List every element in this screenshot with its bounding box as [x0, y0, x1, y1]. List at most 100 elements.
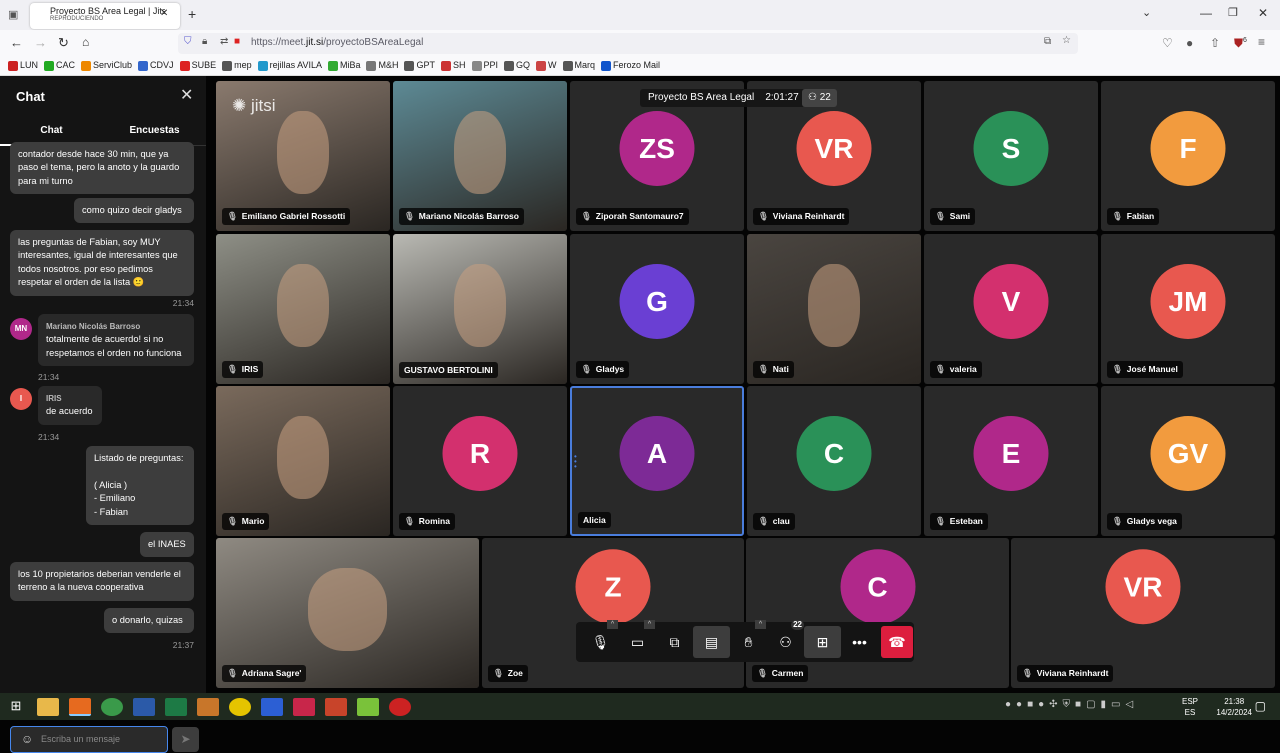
participant-tile[interactable]: Z 🎙︎ Zoe	[482, 538, 744, 688]
app-icon[interactable]	[197, 697, 219, 716]
file-explorer-icon[interactable]	[37, 697, 59, 716]
app-icon[interactable]	[261, 697, 283, 716]
participant-tile[interactable]: 🎙︎ Adriana Sagre'	[216, 538, 479, 688]
close-icon[interactable]: ✕	[180, 85, 193, 105]
close-window-icon[interactable]: ✕	[1258, 6, 1268, 20]
bookmark-star-icon[interactable]: ☆	[1062, 35, 1071, 46]
powerpoint-icon[interactable]	[325, 697, 347, 716]
participant-tile[interactable]: A Alicia • • •	[570, 386, 744, 536]
excel-icon[interactable]	[165, 697, 187, 716]
forward-icon[interactable]: →	[34, 35, 47, 50]
participants-button[interactable]: ⚇ 22	[767, 620, 804, 658]
bookmark-item[interactable]: CDVJ	[138, 60, 174, 71]
pocket-icon[interactable]: ♡	[1162, 36, 1173, 50]
bookmark-item[interactable]: Ferozo Mail	[601, 60, 660, 71]
language-indicator[interactable]: ESP ES	[1182, 696, 1198, 718]
chat-messages[interactable]: contador desde hace 30 min, que ya paso …	[0, 142, 206, 650]
firefox-icon[interactable]	[69, 697, 91, 716]
clock[interactable]: 21:38 14/2/2024	[1216, 696, 1252, 718]
home-icon[interactable]: ⌂	[82, 35, 89, 49]
participant-avatar: A	[619, 416, 695, 491]
participant-tile[interactable]: 🎙︎ Mariano Nicolás Barroso	[393, 81, 567, 231]
minimize-icon[interactable]: —	[1200, 6, 1212, 20]
new-tab-icon[interactable]: +	[188, 6, 196, 22]
chevron-up-icon[interactable]: ^	[644, 620, 655, 629]
bookmark-item[interactable]: GQ	[504, 60, 530, 71]
participant-tile[interactable]: 🎙︎ IRIS	[216, 234, 390, 384]
camera-button[interactable]: ▭ ^	[619, 620, 656, 658]
screen-share-button[interactable]: ⧉	[656, 626, 693, 658]
app-icon[interactable]	[389, 697, 411, 716]
tab-list-icon[interactable]: ▣	[8, 8, 18, 21]
system-tray-icons[interactable]: ●●■●✣⛨■▢▮▭◁	[1005, 699, 1138, 710]
shield-icon[interactable]: ⛉	[184, 36, 192, 47]
notifications-icon[interactable]: ▢	[1255, 699, 1266, 713]
account-icon[interactable]: ●	[1186, 36, 1193, 50]
menu-icon[interactable]: ≡	[1258, 35, 1265, 49]
participant-tile[interactable]: C 🎙︎ Carmen	[746, 538, 1009, 688]
participant-tile[interactable]: 🎙︎ Mario	[216, 386, 390, 536]
bookmark-item[interactable]: SUBE	[179, 60, 216, 71]
camera-sharing-icon[interactable]: ■	[234, 36, 240, 47]
picture-in-picture-icon[interactable]: ⧉	[1044, 36, 1051, 47]
ublock-icon[interactable]: ⛊6	[1234, 36, 1247, 51]
participant-tile[interactable]: R 🎙︎ Romina	[393, 386, 567, 536]
app-icon[interactable]	[357, 697, 379, 716]
participant-tile[interactable]: G 🎙︎ Gladys	[570, 234, 744, 384]
bookmark-item[interactable]: M&H	[366, 60, 398, 71]
participant-avatar: S	[973, 111, 1049, 186]
more-button[interactable]: •••	[841, 626, 878, 658]
start-icon[interactable]: ⊞	[5, 698, 27, 716]
more-options-icon[interactable]: • • •	[574, 453, 577, 471]
participant-tile[interactable]: F 🎙︎ Fabian	[1101, 81, 1275, 231]
bookmark-item[interactable]: MiBa	[327, 60, 360, 71]
acrobat-icon[interactable]	[293, 697, 315, 716]
participant-tile[interactable]: JM 🎙︎ José Manuel	[1101, 234, 1275, 384]
browser-tab[interactable]: Proyecto BS Area Legal | Jitsi Meet REPR…	[30, 3, 180, 29]
chrome-icon[interactable]	[101, 697, 123, 716]
participant-tile[interactable]: 🎙︎ Nati	[747, 234, 921, 384]
bookmark-item[interactable]: mep	[222, 60, 252, 71]
url-bar[interactable]: ⛉ 🔒︎ ⇄ ■ https://meet.jit.si/proyectoBSA…	[178, 33, 1078, 54]
bookmark-item[interactable]: W	[536, 60, 557, 71]
tile-view-button[interactable]: ⊞	[804, 626, 841, 658]
participant-face	[276, 416, 330, 499]
bookmark-item[interactable]: PPI	[471, 60, 498, 71]
chevron-up-icon[interactable]: ^	[607, 620, 618, 629]
send-button[interactable]: ➤	[172, 727, 199, 752]
permissions-icon[interactable]: ⇄	[220, 36, 228, 47]
emoji-icon[interactable]: ☺	[21, 732, 33, 746]
participant-tile[interactable]: C 🎙︎ clau	[747, 386, 921, 536]
bookmark-item[interactable]: CAC	[44, 60, 75, 71]
lock-icon[interactable]: 🔒︎	[202, 36, 207, 47]
participant-tile[interactable]: VR 🎙︎ Viviana Reinhardt	[1011, 538, 1275, 688]
participant-tile[interactable]: GUSTAVO BERTOLINI	[393, 234, 567, 384]
chat-message-input[interactable]: ☺ Escriba un mensaje	[10, 726, 168, 753]
bookmark-label: mep	[234, 60, 252, 71]
microphone-button[interactable]: 🎙︎ ^	[582, 620, 619, 658]
word-icon[interactable]	[133, 697, 155, 716]
restore-icon[interactable]: ❐	[1228, 6, 1238, 19]
participant-count[interactable]: ⚇ 22	[802, 89, 837, 107]
extensions-icon[interactable]: ⇧	[1210, 36, 1220, 50]
bookmark-label: LUN	[20, 60, 39, 71]
chevron-down-icon[interactable]: ⌄	[1142, 6, 1151, 19]
back-icon[interactable]: ←	[10, 35, 23, 50]
participant-tile[interactable]: S 🎙︎ Sami	[924, 81, 1098, 231]
reload-icon[interactable]: ↻	[58, 35, 69, 51]
bookmark-item[interactable]: GPT	[404, 60, 435, 71]
bookmark-item[interactable]: SH	[440, 60, 466, 71]
participant-tile[interactable]: GV 🎙︎ Gladys vega	[1101, 386, 1275, 536]
bookmark-item[interactable]: Marq	[562, 60, 595, 71]
raise-hand-button[interactable]: ✋︎ ^	[730, 620, 767, 658]
bookmark-item[interactable]: LUN	[8, 60, 38, 71]
app-icon[interactable]	[229, 697, 251, 716]
chevron-up-icon[interactable]: ^	[755, 620, 766, 629]
bookmark-item[interactable]: rejillas AVILA	[257, 60, 322, 71]
participant-tile[interactable]: E 🎙︎ Esteban	[924, 386, 1098, 536]
bookmark-item[interactable]: ServiClub	[81, 60, 132, 71]
participant-tile[interactable]: V 🎙︎ valeria	[924, 234, 1098, 384]
hang-up-button[interactable]: ☎︎	[881, 626, 913, 658]
close-tab-icon[interactable]: ✕	[160, 8, 168, 19]
chat-button[interactable]: ▤	[693, 626, 730, 658]
